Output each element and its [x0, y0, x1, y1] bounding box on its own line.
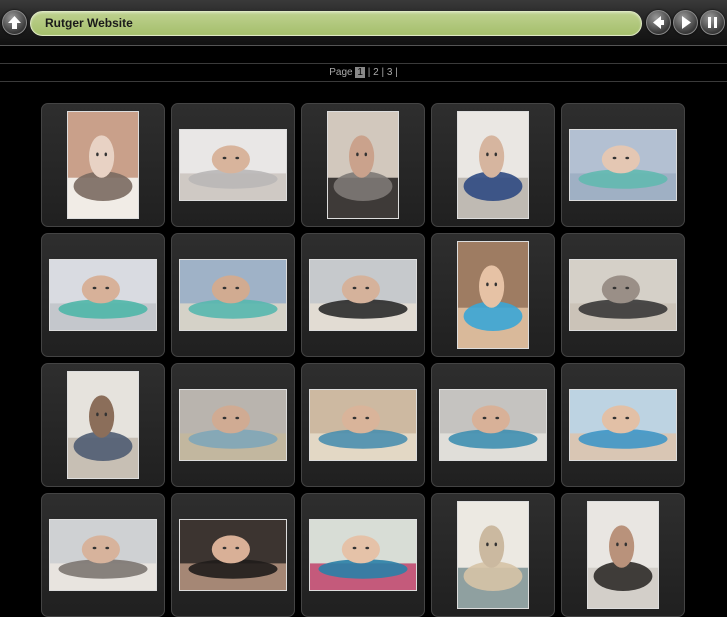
page-link-current[interactable]: 1	[355, 67, 365, 78]
play-icon	[682, 16, 691, 29]
thumbnail-cell[interactable]	[561, 103, 685, 227]
thumbnail-photo[interactable]	[49, 519, 157, 591]
thumbnail-photo[interactable]	[587, 501, 659, 609]
prev-arrow-icon	[653, 16, 664, 29]
play-button[interactable]	[673, 10, 698, 35]
thumbnail-photo[interactable]	[457, 111, 529, 219]
up-arrow-icon	[8, 16, 21, 29]
thumbnail-cell[interactable]	[301, 363, 425, 487]
thumbnail-photo[interactable]	[569, 389, 677, 461]
thumbnail-cell[interactable]	[431, 493, 555, 617]
thumbnail-cell[interactable]	[431, 363, 555, 487]
thumbnail-photo[interactable]	[179, 389, 287, 461]
thumbnail-photo[interactable]	[457, 241, 529, 349]
thumbnail-cell[interactable]	[301, 233, 425, 357]
pause-button[interactable]	[700, 10, 725, 35]
thumbnail-cell[interactable]	[41, 363, 165, 487]
thumbnail-photo[interactable]	[179, 519, 287, 591]
thumbnail-cell[interactable]	[431, 233, 555, 357]
thumbnail-photo[interactable]	[309, 259, 417, 331]
header-bar: Rutger Website	[0, 0, 727, 46]
thumbnail-photo[interactable]	[67, 371, 139, 479]
thumbnail-cell[interactable]	[41, 493, 165, 617]
up-button[interactable]	[2, 10, 27, 35]
thumbnail-cell[interactable]	[41, 103, 165, 227]
page-link[interactable]: 3	[387, 67, 393, 78]
thumbnail-cell[interactable]	[561, 493, 685, 617]
page-link[interactable]: 2	[373, 67, 379, 78]
thumbnail-cell[interactable]	[41, 233, 165, 357]
thumbnail-photo[interactable]	[309, 519, 417, 591]
pagination-bar: Page 1 | 2 | 3 |	[0, 63, 727, 82]
thumbnail-photo[interactable]	[569, 259, 677, 331]
thumbnail-photo[interactable]	[49, 259, 157, 331]
thumbnail-cell[interactable]	[171, 233, 295, 357]
thumbnail-photo[interactable]	[457, 501, 529, 609]
thumbnail-photo[interactable]	[439, 389, 547, 461]
thumbnail-photo[interactable]	[309, 389, 417, 461]
thumbnail-cell[interactable]	[171, 103, 295, 227]
thumbnail-photo[interactable]	[67, 111, 139, 219]
thumbnail-cell[interactable]	[171, 363, 295, 487]
thumbnail-photo[interactable]	[179, 259, 287, 331]
thumbnail-photo[interactable]	[569, 129, 677, 201]
previous-button[interactable]	[646, 10, 671, 35]
site-title: Rutger Website	[45, 16, 133, 30]
site-title-bar: Rutger Website	[30, 11, 642, 36]
page-label: Page	[329, 67, 353, 78]
thumbnail-cell[interactable]	[301, 493, 425, 617]
thumbnail-cell[interactable]	[431, 103, 555, 227]
thumbnail-cell[interactable]	[301, 103, 425, 227]
thumbnail-photo[interactable]	[327, 111, 399, 219]
thumbnail-photo[interactable]	[179, 129, 287, 201]
pause-icon	[708, 17, 717, 28]
thumbnail-cell[interactable]	[171, 493, 295, 617]
thumbnail-cell[interactable]	[561, 363, 685, 487]
thumbnail-cell[interactable]	[561, 233, 685, 357]
